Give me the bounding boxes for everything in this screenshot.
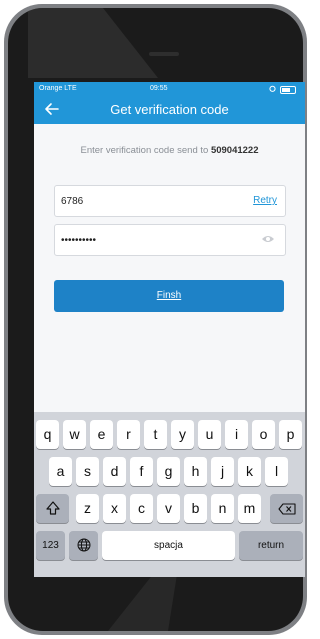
key-a[interactable]: a [49, 457, 72, 486]
alarm-icon [269, 85, 276, 92]
status-bar: Orange LTE 09:55 [34, 82, 305, 97]
title-bar: Get verification code [34, 98, 305, 124]
key-d[interactable]: d [103, 457, 126, 486]
key-z[interactable]: z [76, 494, 99, 523]
space-key[interactable]: spacja [102, 531, 235, 560]
key-e[interactable]: e [90, 420, 113, 449]
backspace-key[interactable] [270, 494, 303, 523]
password-field [54, 224, 286, 256]
key-l[interactable]: l [265, 457, 288, 486]
app-screen: Orange LTE 09:55 Get verification code E… [34, 82, 305, 577]
key-q[interactable]: q [36, 420, 59, 449]
backspace-icon [277, 503, 296, 515]
clock: 09:55 [150, 85, 168, 92]
phone-number: 509041222 [210, 145, 259, 156]
key-j[interactable]: j [211, 457, 234, 486]
keyboard: q w e r t y u i o p a s d f g h j k l z … [34, 412, 305, 577]
verification-code-field: Retry [54, 185, 286, 217]
key-o[interactable]: o [252, 420, 275, 449]
retry-link[interactable]: Retry [253, 195, 277, 206]
key-v[interactable]: v [157, 494, 180, 523]
key-g[interactable]: g [157, 457, 180, 486]
shift-icon [45, 501, 60, 515]
carrier-label: Orange LTE [39, 85, 77, 92]
key-h[interactable]: h [184, 457, 207, 486]
key-c[interactable]: c [130, 494, 153, 523]
key-w[interactable]: w [63, 420, 86, 449]
key-u[interactable]: u [198, 420, 221, 449]
key-i[interactable]: i [225, 420, 248, 449]
key-n[interactable]: n [211, 494, 234, 523]
globe-icon [77, 538, 90, 552]
shift-key[interactable] [36, 494, 69, 523]
battery-icon [280, 86, 296, 94]
key-r[interactable]: r [117, 420, 140, 449]
app-bar: Orange LTE 09:55 Get verification code [34, 82, 305, 124]
page-title: Get verification code [110, 102, 229, 117]
numbers-key[interactable]: 123 [36, 531, 65, 560]
return-key[interactable]: return [239, 531, 303, 560]
eye-icon[interactable] [261, 234, 275, 244]
key-p[interactable]: p [279, 420, 302, 449]
key-f[interactable]: f [130, 457, 153, 486]
finish-button[interactable]: Finsh [54, 280, 284, 312]
verification-info: Enter verification code send to 50904122… [34, 145, 305, 156]
key-m[interactable]: m [238, 494, 261, 523]
key-s[interactable]: s [76, 457, 99, 486]
key-t[interactable]: t [144, 420, 167, 449]
key-y[interactable]: y [171, 420, 194, 449]
key-k[interactable]: k [238, 457, 261, 486]
globe-key[interactable] [69, 531, 98, 560]
key-b[interactable]: b [184, 494, 207, 523]
verification-code-input[interactable] [61, 192, 231, 210]
key-x[interactable]: x [103, 494, 126, 523]
password-input[interactable] [61, 231, 231, 249]
speaker-grille [149, 52, 179, 56]
info-text: Enter verification code send to [80, 145, 211, 156]
